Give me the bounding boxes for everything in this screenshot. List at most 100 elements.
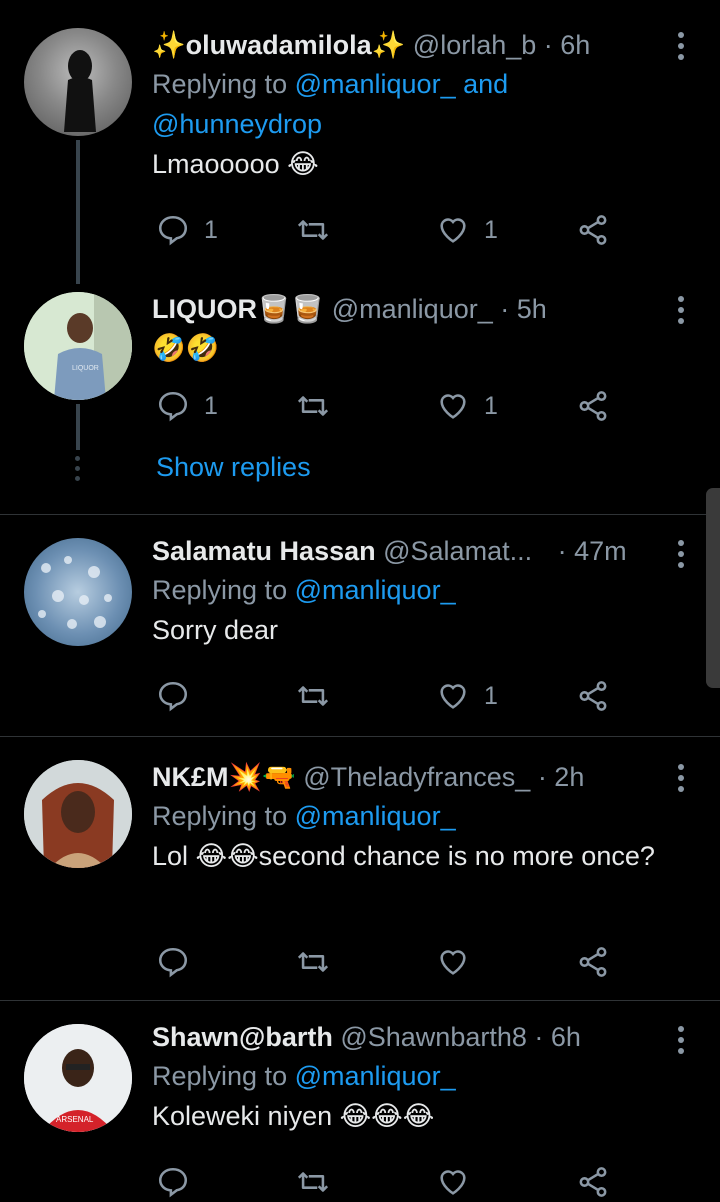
divider <box>0 1000 720 1001</box>
avatar[interactable] <box>24 538 132 646</box>
replying-prefix: Replying to <box>152 801 295 831</box>
reply-button[interactable]: 1 <box>156 386 218 426</box>
share-button[interactable] <box>576 386 610 426</box>
mention-link[interactable]: @manliquor_ <box>295 575 456 605</box>
like-count: 1 <box>484 681 498 710</box>
more-icon[interactable] <box>678 296 686 329</box>
thread-gap-dots <box>74 456 82 486</box>
avatar[interactable] <box>24 760 132 868</box>
timestamp[interactable]: · 5h <box>500 294 547 324</box>
retweet-button[interactable] <box>296 676 330 716</box>
more-icon[interactable] <box>678 540 686 573</box>
tweet-text: 🤣🤣 <box>152 333 220 363</box>
like-count: 1 <box>484 391 498 420</box>
like-count: 1 <box>484 215 498 244</box>
more-icon[interactable] <box>678 764 686 797</box>
like-icon <box>440 394 466 419</box>
display-name[interactable]: LIQUOR🥃🥃 <box>152 294 324 324</box>
replying-prefix: Replying to <box>152 69 295 99</box>
tweet-header: NK£M💥🔫 @Theladyfrances_ · 2h <box>152 758 660 796</box>
display-name[interactable]: Salamatu Hassan <box>152 536 376 566</box>
tweet-header: Salamatu Hassan @Salamat... · 47m <box>152 532 660 570</box>
retweet-icon <box>297 220 329 240</box>
user-handle[interactable]: @manliquor_ <box>332 294 493 324</box>
replying-to: Replying to @manliquor_ <box>152 570 660 610</box>
display-name[interactable]: Shawn@barth <box>152 1022 333 1052</box>
share-button[interactable] <box>576 210 610 250</box>
share-icon <box>579 215 607 245</box>
reply-icon <box>158 215 188 246</box>
like-button[interactable] <box>436 942 484 982</box>
tweet-text: Sorry dear <box>152 615 279 645</box>
retweet-icon <box>297 686 329 706</box>
user-handle[interactable]: @Shawnbarth8 <box>340 1022 527 1052</box>
display-name[interactable]: ✨oluwadamilola✨ <box>152 30 405 60</box>
user-handle[interactable]: @lorlah_b <box>413 30 536 60</box>
retweet-icon <box>297 952 329 972</box>
share-button[interactable] <box>576 1162 610 1202</box>
retweet-button[interactable] <box>296 386 330 426</box>
reply-icon <box>158 391 188 422</box>
retweet-button[interactable] <box>296 942 330 982</box>
reply-button[interactable]: 1 <box>156 210 218 250</box>
timestamp[interactable]: · 6h <box>544 30 591 60</box>
like-button[interactable]: 1 <box>436 386 498 426</box>
tweet-header: ✨oluwadamilola✨ @lorlah_b · 6h <box>152 26 660 64</box>
timestamp[interactable]: · 47m <box>558 536 627 566</box>
replying-to: Replying to @manliquor_ and @hunneydrop <box>152 64 660 144</box>
replying-prefix: Replying to <box>152 1061 295 1091</box>
reply-icon <box>158 947 188 978</box>
replying-to: Replying to @manliquor_ <box>152 796 660 836</box>
reply-button[interactable] <box>156 942 204 982</box>
reply-button[interactable] <box>156 1162 190 1202</box>
avatar[interactable] <box>24 28 132 136</box>
tweet-header: Shawn@barth @Shawnbarth8 · 6h <box>152 1018 660 1056</box>
tweet-text: Lmaooooo 😂 <box>152 149 319 179</box>
tweet-header: LIQUOR🥃🥃 @manliquor_ · 5h <box>152 290 660 328</box>
like-icon <box>440 218 466 243</box>
avatar[interactable]: LIQUOR <box>24 292 132 400</box>
like-button[interactable]: 1 <box>436 210 498 250</box>
reply-count: 1 <box>204 215 218 244</box>
show-replies-link[interactable]: Show replies <box>156 452 311 483</box>
mention-link[interactable]: @manliquor_ <box>295 801 456 831</box>
divider <box>0 514 720 515</box>
reply-icon <box>158 681 188 712</box>
svg-text:ARSENAL: ARSENAL <box>56 1115 94 1124</box>
tweet-text: Koleweki niyen 😂😂😂 <box>152 1101 435 1131</box>
reply-count: 1 <box>204 391 218 420</box>
retweet-icon <box>297 1172 329 1192</box>
reply-button[interactable] <box>156 676 204 716</box>
like-button[interactable]: 1 <box>436 676 498 716</box>
retweet-button[interactable] <box>296 1162 330 1202</box>
retweet-button[interactable] <box>296 210 330 250</box>
tweet-actions <box>152 942 632 982</box>
display-name[interactable]: NK£M💥🔫 <box>152 762 296 792</box>
timestamp[interactable]: · 2h <box>538 762 585 792</box>
like-button[interactable] <box>436 1162 470 1202</box>
like-icon <box>440 1170 466 1195</box>
share-button[interactable] <box>576 676 610 716</box>
timestamp[interactable]: · 6h <box>534 1022 581 1052</box>
share-icon <box>579 391 607 421</box>
tweet-actions: 1 <box>152 676 632 716</box>
tweet-actions: 1 1 <box>152 210 632 250</box>
replying-to: Replying to @manliquor_ <box>152 1056 660 1096</box>
share-icon <box>579 947 607 977</box>
mention-link[interactable]: @manliquor_ <box>295 1061 456 1091</box>
replying-prefix: Replying to <box>152 575 295 605</box>
user-handle[interactable]: @Salamat... <box>383 536 532 566</box>
more-icon[interactable] <box>678 1026 686 1059</box>
svg-text:LIQUOR: LIQUOR <box>72 365 99 372</box>
like-icon <box>440 684 466 709</box>
avatar[interactable]: ARSENAL <box>24 1024 132 1132</box>
thread-line <box>76 404 80 450</box>
tweet-text: Lol 😂😂second chance is no more once? <box>152 841 655 871</box>
thread-line <box>76 140 80 284</box>
user-handle[interactable]: @Theladyfrances_ <box>303 762 530 792</box>
scrollbar[interactable] <box>706 488 720 688</box>
more-icon[interactable] <box>678 32 686 65</box>
share-button[interactable] <box>576 942 610 982</box>
reply-icon <box>158 1167 188 1198</box>
retweet-icon <box>297 396 329 416</box>
